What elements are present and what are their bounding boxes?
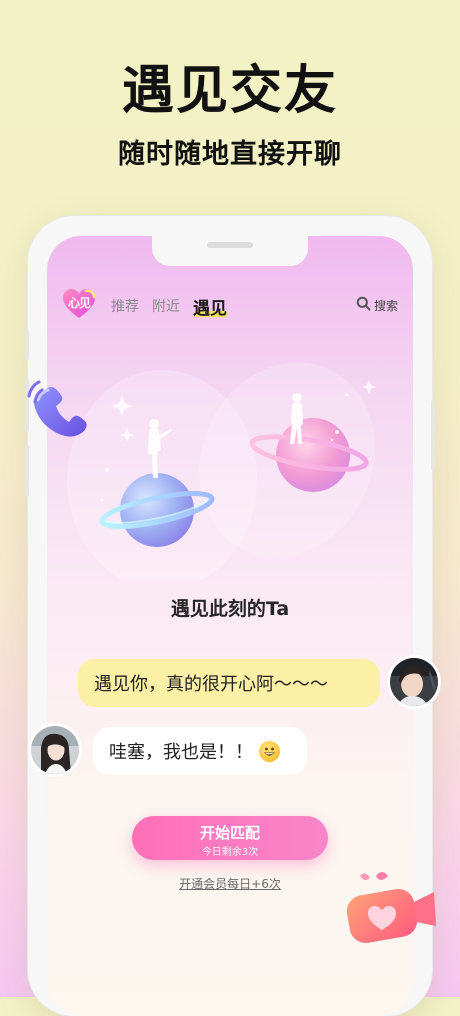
- search-icon: [356, 296, 371, 315]
- remaining-count-label: 今日剩余3次: [201, 847, 259, 858]
- logo-heart-icon[interactable]: 心见: [62, 288, 96, 320]
- phone-side-button: [431, 400, 435, 470]
- logo-text: 心见: [67, 296, 91, 310]
- chat-message-text: 遇见你，真的很开心阿～～～: [94, 674, 328, 695]
- tab-recommend[interactable]: 推荐: [111, 296, 139, 316]
- search-button[interactable]: 搜索: [356, 296, 398, 314]
- match-title: 遇见此刻的Ta: [170, 598, 290, 620]
- start-match-button[interactable]: 开始匹配 今日剩余3次: [132, 816, 328, 860]
- promo-headline: 遇见交友: [121, 61, 338, 121]
- chat-message-text: 哇塞，我也是！！: [109, 742, 253, 763]
- phone-speaker: [207, 242, 253, 248]
- phone-side-button: [25, 445, 29, 497]
- tab-meet[interactable]: 遇见: [193, 294, 227, 319]
- video-camera-icon: [340, 862, 440, 956]
- start-match-label: 开始匹配: [199, 824, 260, 842]
- chat-bubble-incoming: 遇见你，真的很开心阿～～～: [78, 659, 380, 707]
- chat-bubble-outgoing: 哇塞，我也是！！: [93, 727, 307, 775]
- phone-call-icon: [25, 378, 89, 448]
- avatar: [390, 658, 438, 706]
- phone-side-button: [25, 330, 29, 360]
- promo-subheadline: 随时随地直接开聊: [118, 139, 342, 170]
- avatar: [31, 726, 79, 774]
- planets-illustration: [47, 340, 413, 590]
- phone-notch: [152, 236, 308, 266]
- search-label: 搜索: [374, 298, 399, 313]
- tab-nearby[interactable]: 附近: [152, 296, 180, 316]
- grinning-face-emoji-icon: [259, 740, 280, 762]
